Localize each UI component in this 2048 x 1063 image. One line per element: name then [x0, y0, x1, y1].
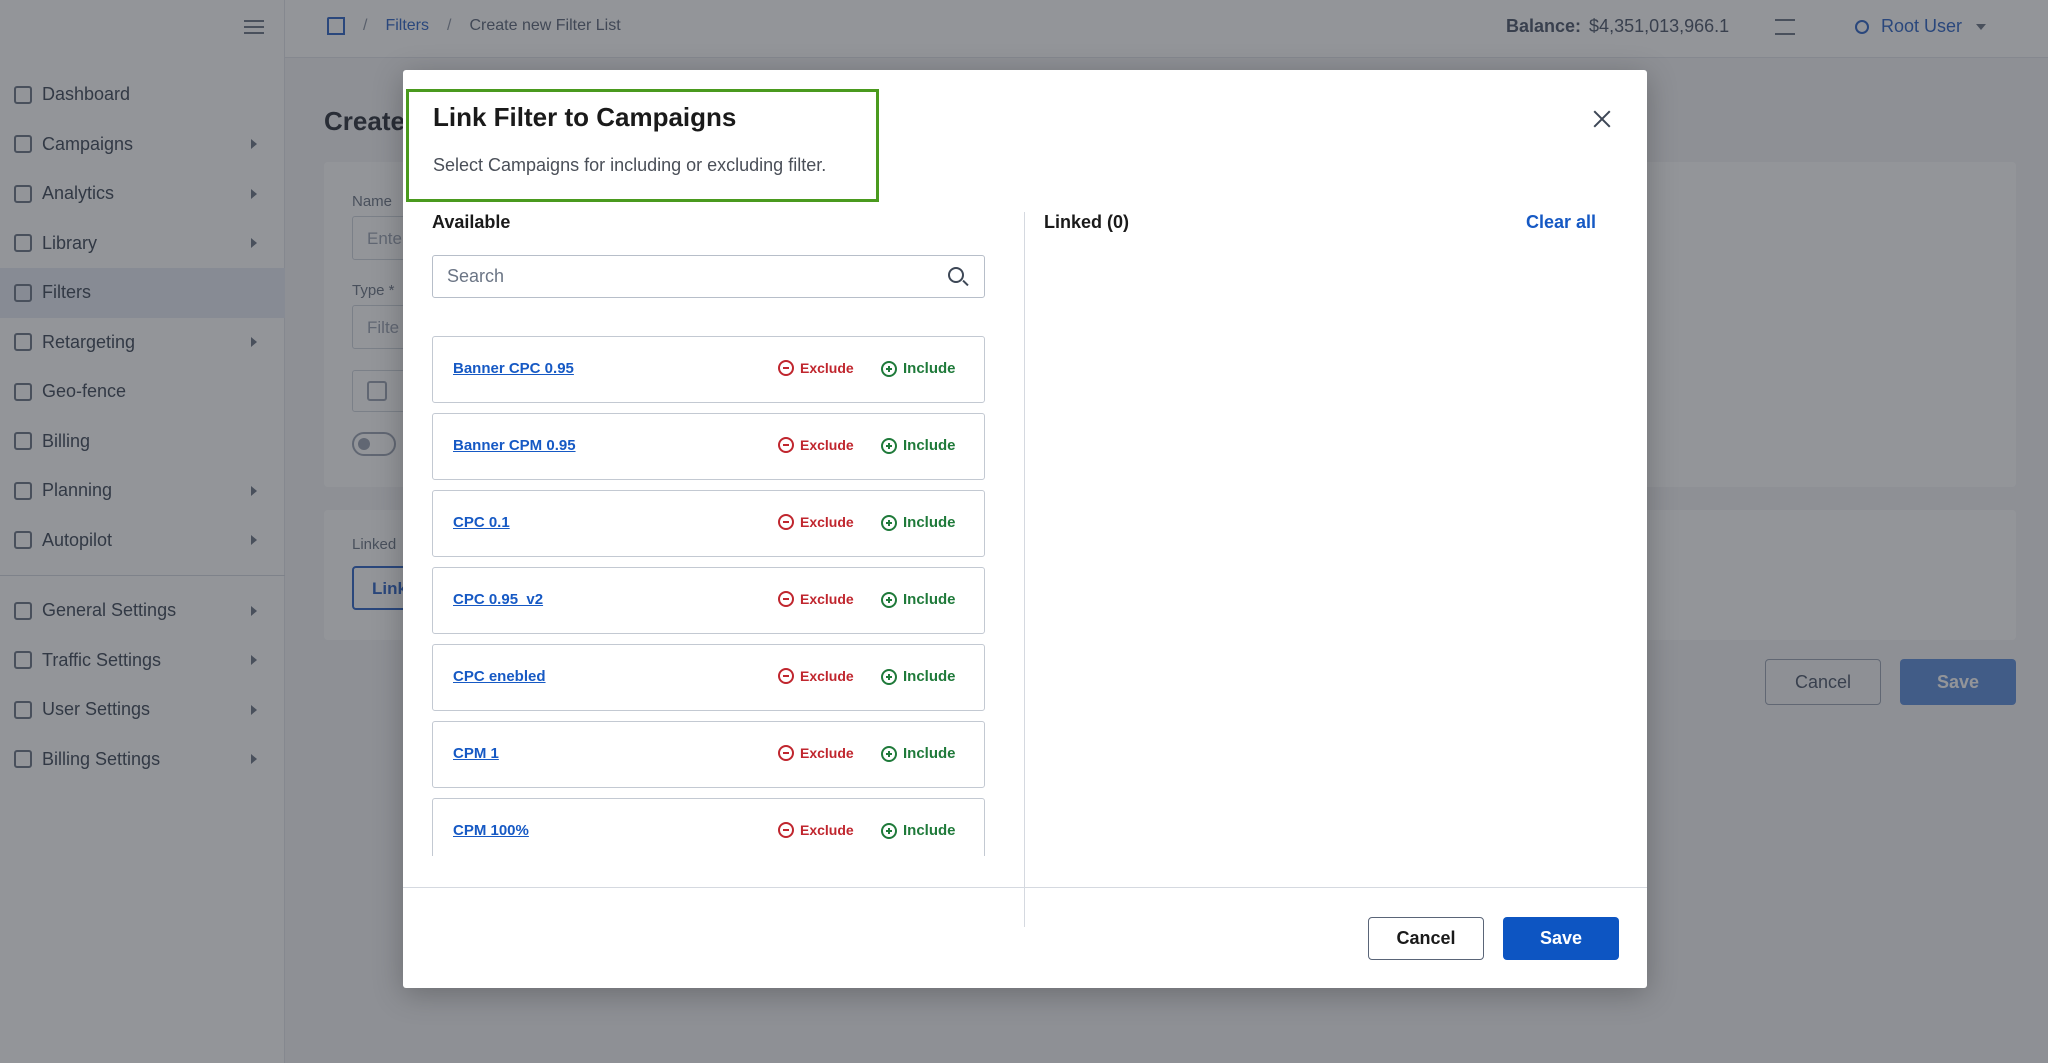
plus-circle-icon — [881, 360, 897, 377]
list-item: CPC enebled Exclude Include — [432, 644, 985, 711]
include-button[interactable]: Include — [881, 591, 956, 608]
dialog-subtitle: Select Campaigns for including or exclud… — [433, 155, 827, 175]
linked-title: Linked (0) — [1044, 212, 1130, 232]
exclude-button[interactable]: Exclude — [778, 514, 854, 530]
minus-circle-icon — [778, 745, 794, 761]
exclude-button[interactable]: Exclude — [778, 360, 854, 376]
include-label: Include — [903, 360, 956, 377]
exclude-button[interactable]: Exclude — [778, 437, 854, 453]
link-filter-dialog: Link Filter to Campaigns Select Campaign… — [403, 70, 1647, 988]
campaign-link[interactable]: Banner CPM 0.95 — [453, 437, 576, 454]
exclude-label: Exclude — [800, 514, 854, 530]
exclude-button[interactable]: Exclude — [778, 591, 854, 607]
list-item: CPC 0.95_v2 Exclude Include — [432, 567, 985, 634]
include-label: Include — [903, 437, 956, 454]
plus-circle-icon — [881, 591, 897, 608]
plus-circle-icon — [881, 514, 897, 531]
minus-circle-icon — [778, 591, 794, 607]
exclude-label: Exclude — [800, 437, 854, 453]
include-button[interactable]: Include — [881, 514, 956, 531]
include-label: Include — [903, 668, 956, 685]
save-button[interactable]: Save — [1503, 917, 1619, 960]
campaign-link[interactable]: CPC 0.1 — [453, 514, 510, 531]
include-label: Include — [903, 514, 956, 531]
minus-circle-icon — [778, 437, 794, 453]
minus-circle-icon — [778, 514, 794, 530]
exclude-button[interactable]: Exclude — [778, 745, 854, 761]
include-button[interactable]: Include — [881, 668, 956, 685]
exclude-label: Exclude — [800, 591, 854, 607]
include-button[interactable]: Include — [881, 745, 956, 762]
campaign-link[interactable]: CPC enebled — [453, 668, 546, 685]
exclude-label: Exclude — [800, 360, 854, 376]
campaign-link[interactable]: CPC 0.95_v2 — [453, 591, 543, 608]
plus-circle-icon — [881, 437, 897, 454]
search-box — [432, 255, 985, 298]
footer-divider — [403, 887, 1647, 888]
close-icon[interactable] — [1588, 106, 1616, 134]
available-campaigns-list[interactable]: Banner CPC 0.95 Exclude Include Banner C… — [432, 336, 985, 856]
list-item: CPM 1 Exclude Include — [432, 721, 985, 788]
campaign-link[interactable]: CPM 1 — [453, 745, 499, 762]
list-item: Banner CPM 0.95 Exclude Include — [432, 413, 985, 480]
minus-circle-icon — [778, 360, 794, 376]
dialog-header: Link Filter to Campaigns Select Campaign… — [406, 89, 879, 202]
exclude-button[interactable]: Exclude — [778, 668, 854, 684]
include-button[interactable]: Include — [881, 360, 956, 377]
campaign-link[interactable]: Banner CPC 0.95 — [453, 360, 574, 377]
exclude-label: Exclude — [800, 668, 854, 684]
list-item: CPM 100% Exclude Include — [432, 798, 985, 856]
plus-circle-icon — [881, 745, 897, 762]
exclude-button[interactable]: Exclude — [778, 822, 854, 838]
search-icon[interactable] — [948, 267, 964, 283]
plus-circle-icon — [881, 822, 897, 839]
clear-all-button[interactable]: Clear all — [1526, 212, 1596, 233]
minus-circle-icon — [778, 668, 794, 684]
exclude-label: Exclude — [800, 745, 854, 761]
include-label: Include — [903, 591, 956, 608]
list-item: Banner CPC 0.95 Exclude Include — [432, 336, 985, 403]
search-input[interactable] — [433, 256, 913, 297]
include-label: Include — [903, 822, 956, 839]
available-title: Available — [432, 212, 511, 232]
campaign-link[interactable]: CPM 100% — [453, 822, 529, 839]
plus-circle-icon — [881, 668, 897, 685]
list-item: CPC 0.1 Exclude Include — [432, 490, 985, 557]
cancel-button[interactable]: Cancel — [1368, 917, 1484, 960]
dialog-title: Link Filter to Campaigns — [433, 102, 737, 132]
column-divider — [1024, 212, 1025, 927]
include-button[interactable]: Include — [881, 437, 956, 454]
exclude-label: Exclude — [800, 822, 854, 838]
include-label: Include — [903, 745, 956, 762]
include-button[interactable]: Include — [881, 822, 956, 839]
minus-circle-icon — [778, 822, 794, 838]
